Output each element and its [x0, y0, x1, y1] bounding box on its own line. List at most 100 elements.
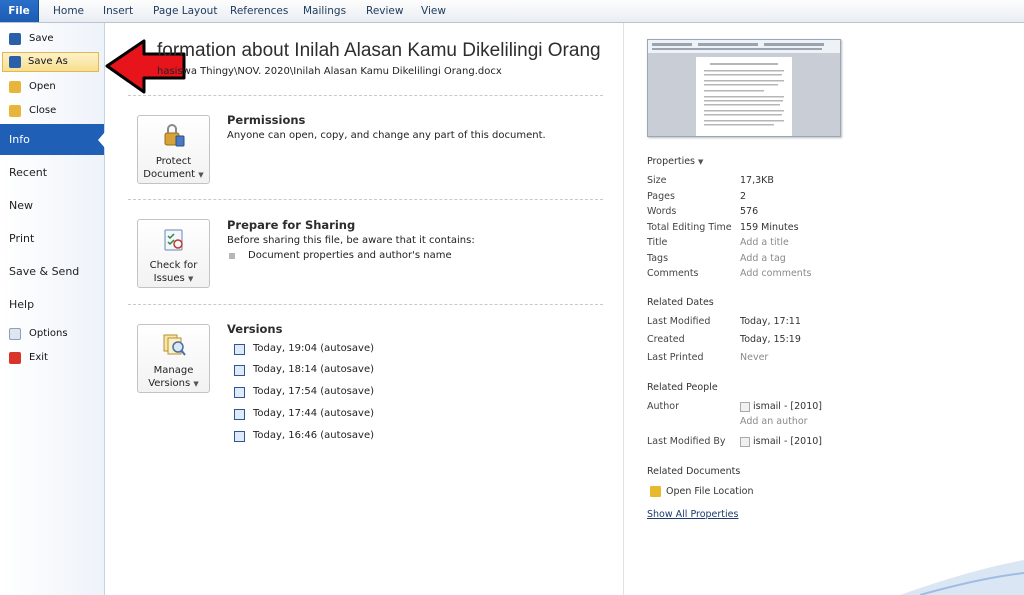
comments-input[interactable]: Add comments	[740, 268, 812, 279]
modified-by-name: ismail - [2010]	[753, 436, 823, 447]
decorative-swoosh	[900, 560, 1024, 595]
divider	[128, 304, 603, 305]
open-folder-icon	[9, 81, 21, 93]
document-preview-image	[648, 40, 840, 136]
tab-info[interactable]: Info	[0, 124, 105, 155]
related-documents-heading: Related Documents	[647, 466, 741, 477]
backstage-nav: Save Save As Open Close Info Recent New …	[0, 23, 105, 595]
save-as-label: Save As	[28, 56, 68, 67]
tab-new[interactable]: New	[0, 190, 104, 221]
dropdown-caret-icon: ▼	[193, 380, 199, 388]
prop-key: Words	[647, 206, 677, 217]
bullet-icon	[229, 253, 235, 259]
person-icon	[740, 437, 750, 447]
document-thumbnail[interactable]	[647, 39, 841, 137]
version-label: Today, 16:46 (autosave)	[253, 430, 374, 441]
tab-mailings[interactable]: Mailings	[303, 0, 346, 22]
protect-label-2: Document	[143, 169, 196, 180]
protect-document-button[interactable]: Protect Document ▼	[137, 115, 210, 184]
save-label: Save	[29, 33, 54, 44]
document-title: formation about Inilah Alasan Kamu Dikel…	[157, 40, 601, 61]
related-dates-heading: Related Dates	[647, 297, 714, 308]
open-label: Open	[29, 81, 56, 92]
check-label-2: Issues	[153, 273, 185, 284]
save-button[interactable]: Save	[2, 29, 99, 49]
prepare-text: Before sharing this file, be aware that …	[227, 235, 475, 246]
prop-key: Created	[647, 334, 685, 345]
word-doc-icon	[234, 409, 245, 420]
save-icon	[9, 33, 21, 45]
folder-icon	[650, 486, 661, 497]
word-doc-icon	[234, 365, 245, 376]
permissions-text: Anyone can open, copy, and change any pa…	[227, 130, 546, 141]
options-label: Options	[29, 328, 68, 339]
word-doc-icon	[234, 387, 245, 398]
check-label-1: Check for	[149, 260, 198, 271]
manage-label-1: Manage	[153, 365, 194, 376]
show-all-properties-link[interactable]: Show All Properties	[647, 509, 738, 520]
version-label: Today, 17:44 (autosave)	[253, 408, 374, 419]
prepare-bullet-text: Document properties and author's name	[248, 250, 452, 261]
save-as-button[interactable]: Save As	[2, 52, 99, 72]
tags-input[interactable]: Add a tag	[740, 253, 786, 264]
close-folder-icon	[9, 105, 21, 117]
checklist-icon	[164, 229, 183, 251]
manage-versions-button[interactable]: Manage Versions ▼	[137, 324, 210, 393]
ribbon-tab-bar: File Home Insert Page Layout References …	[0, 0, 1024, 23]
tab-references[interactable]: References	[230, 0, 288, 22]
exit-label: Exit	[29, 352, 48, 363]
last-printed-value: Never	[740, 352, 769, 363]
prop-key: Title	[647, 237, 668, 248]
document-path: hasiswa Thingy\NOV. 2020\Inilah Alasan K…	[157, 66, 502, 77]
versions-magnifier-icon	[163, 334, 186, 356]
protect-label-1: Protect	[155, 156, 192, 167]
versions-heading: Versions	[227, 322, 283, 336]
options-icon	[9, 328, 21, 340]
author-name: ismail - [2010]	[753, 401, 823, 412]
dropdown-caret-icon: ▼	[698, 158, 704, 166]
exit-icon	[9, 352, 21, 364]
version-label: Today, 17:54 (autosave)	[253, 386, 374, 397]
version-label: Today, 19:04 (autosave)	[253, 343, 374, 354]
person-icon	[740, 402, 750, 412]
properties-dropdown[interactable]: Properties ▼	[647, 156, 703, 167]
word-doc-icon	[234, 431, 245, 442]
prop-key: Pages	[647, 191, 675, 202]
lock-key-icon	[164, 124, 185, 147]
prop-editing-time-value: 159 Minutes	[740, 222, 799, 233]
tab-view[interactable]: View	[421, 0, 446, 22]
prepare-heading: Prepare for Sharing	[227, 218, 356, 232]
prop-key: Total Editing Time	[647, 222, 732, 233]
last-modified-value: Today, 17:11	[740, 316, 801, 327]
close-label: Close	[29, 105, 57, 116]
exit-button[interactable]: Exit	[2, 348, 99, 368]
created-value: Today, 15:19	[740, 334, 801, 345]
tab-home[interactable]: Home	[53, 0, 84, 22]
open-file-location-link[interactable]: Open File Location	[666, 486, 754, 497]
tab-review[interactable]: Review	[366, 0, 403, 22]
prop-size-value: 17,3KB	[740, 175, 774, 186]
tab-save-send[interactable]: Save & Send	[0, 256, 104, 287]
dropdown-caret-icon: ▼	[187, 275, 194, 283]
version-label: Today, 18:14 (autosave)	[253, 364, 374, 375]
prop-key: Last Modified	[647, 316, 711, 327]
add-author-input[interactable]: Add an author	[740, 416, 808, 427]
tab-help[interactable]: Help	[0, 289, 104, 320]
permissions-heading: Permissions	[227, 113, 306, 127]
author-label: Author	[647, 401, 679, 412]
pane-divider	[623, 23, 624, 595]
tab-insert[interactable]: Insert	[103, 0, 133, 22]
close-button[interactable]: Close	[2, 101, 99, 121]
related-people-heading: Related People	[647, 382, 718, 393]
title-input[interactable]: Add a title	[740, 237, 789, 248]
tab-file[interactable]: File	[0, 0, 39, 22]
divider	[128, 95, 603, 96]
options-button[interactable]: Options	[2, 324, 99, 344]
open-button[interactable]: Open	[2, 77, 99, 97]
tab-recent[interactable]: Recent	[0, 157, 104, 188]
tab-print[interactable]: Print	[0, 223, 104, 254]
tab-page-layout[interactable]: Page Layout	[153, 0, 217, 22]
properties-heading: Properties	[647, 156, 696, 167]
check-for-issues-button[interactable]: Check for Issues ▼	[137, 219, 210, 288]
divider	[128, 199, 603, 200]
